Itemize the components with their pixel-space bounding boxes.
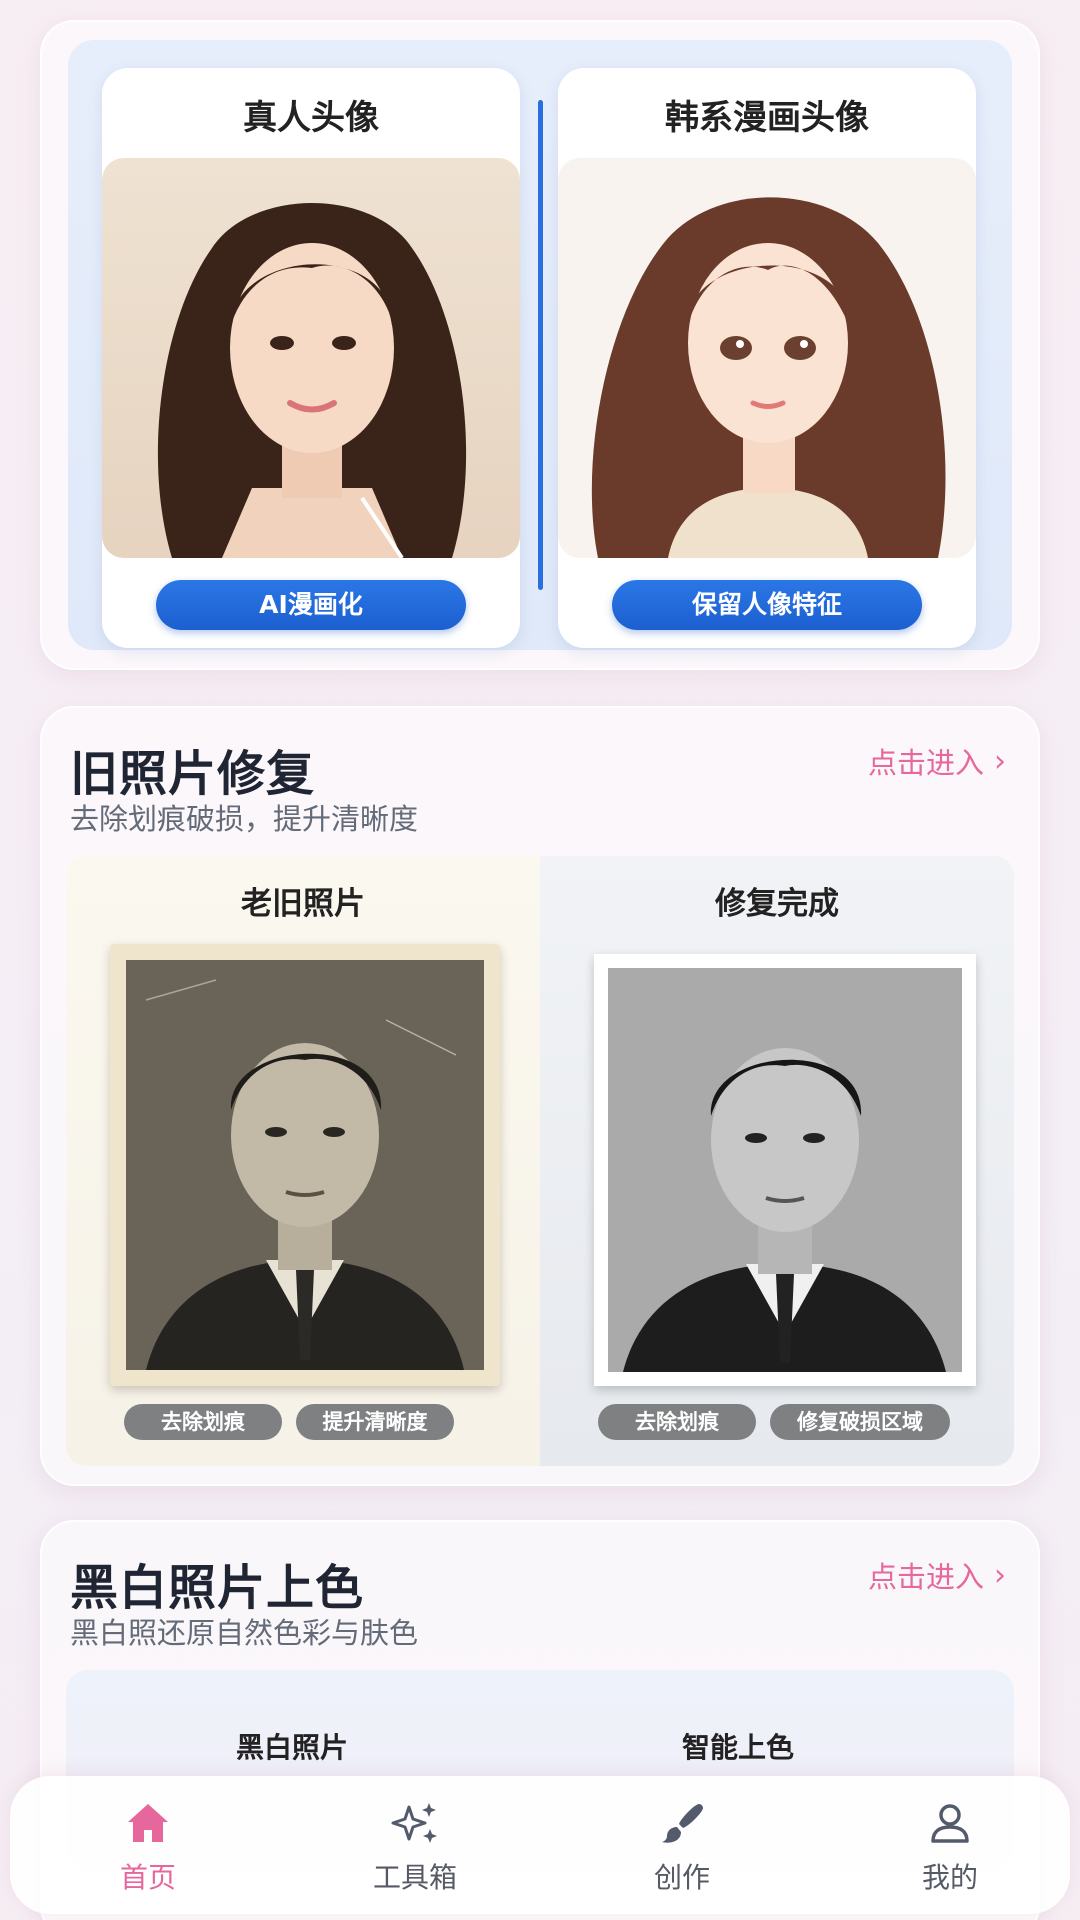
sparkle-icon [340,1798,490,1848]
brush-icon [607,1798,757,1848]
nav-toolbox[interactable]: 工具箱 [340,1798,490,1898]
nav-home[interactable]: 首页 [73,1798,223,1898]
repair-damage-tag: 修复破损区域 [770,1404,950,1440]
enhance-clarity-tag: 提升清晰度 [296,1404,454,1440]
smart-color-title: 智能上色 [682,1731,795,1764]
comic-avatar-title: 韩系漫画头像 [665,98,869,138]
repair-subtitle: 去除划痕破损，提升清晰度 [70,802,419,836]
nav-profile[interactable]: 我的 [875,1798,1025,1898]
before-half: 老旧照片 去除划痕 提升清晰度 [66,856,540,1466]
bottom-nav: 首页 工具箱 创作 我的 [10,1776,1070,1914]
bw-photo-title: 黑白照片 [236,1731,349,1764]
nav-create[interactable]: 创作 [607,1798,757,1898]
comic-avatar-panel: 韩系漫画头像 保留人像特征 [558,68,976,648]
home-icon [73,1798,223,1848]
comic-avatar-photo [558,158,976,558]
colorize-title: 黑白照片上色 [70,1560,365,1616]
before-title: 老旧照片 [241,886,365,922]
chevron-right-icon: › [994,1557,1006,1593]
colorize-enter-link[interactable]: 点击进入 › [868,1554,1006,1596]
real-avatar-photo [102,158,520,558]
nav-toolbox-label: 工具箱 [372,1861,457,1894]
real-avatar-panel: 真人头像 AI漫画化 [102,68,520,648]
photo-repair-card[interactable]: 旧照片修复 去除划痕破损，提升清晰度 点击进入 › 老旧照片 去除划痕 提升清晰… [40,706,1040,1486]
repair-comparison: 老旧照片 去除划痕 提升清晰度 修复完成 去除划痕 修复破损区域 [66,856,1014,1466]
nav-profile-label: 我的 [921,1861,978,1894]
user-icon [875,1798,1025,1848]
nav-home-label: 首页 [119,1861,176,1894]
keep-features-button[interactable]: 保留人像特征 [612,580,922,630]
restored-photo [594,954,976,1386]
nav-create-label: 创作 [653,1861,710,1894]
ai-comic-button[interactable]: AI漫画化 [156,580,466,630]
chevron-right-icon: › [994,743,1006,779]
repair-enter-label: 点击进入 [867,746,984,780]
after-half: 修复完成 去除划痕 修复破损区域 [540,856,1014,1466]
colorize-enter-label: 点击进入 [867,1560,984,1594]
after-title: 修复完成 [715,886,839,922]
remove-scratch-tag: 去除划痕 [598,1404,756,1440]
real-avatar-title: 真人头像 [243,98,379,138]
comparison-divider [538,100,543,590]
colorize-subtitle: 黑白照还原自然色彩与肤色 [70,1616,419,1650]
remove-scratch-tag: 去除划痕 [124,1404,282,1440]
repair-title: 旧照片修复 [70,746,316,802]
repair-enter-link[interactable]: 点击进入 › [868,740,1006,782]
old-photo [110,944,500,1386]
